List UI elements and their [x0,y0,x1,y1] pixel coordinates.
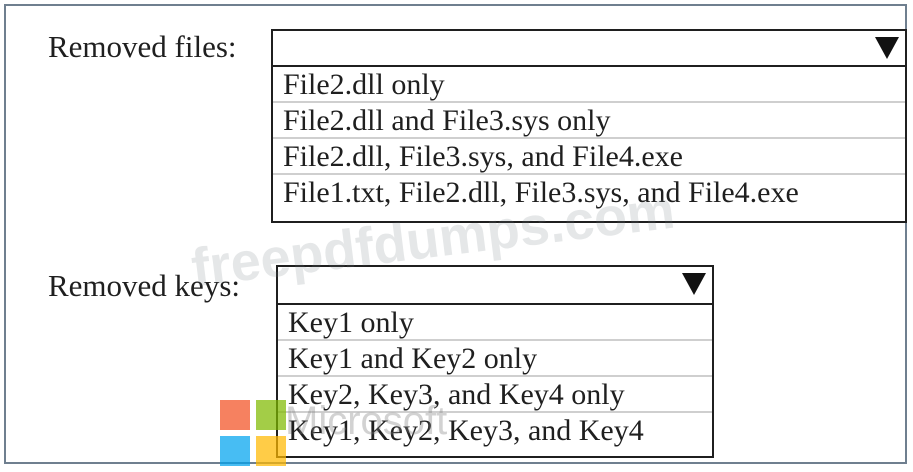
removed-files-dropdown[interactable] [271,29,907,67]
removed-keys-option-1[interactable]: Key1 only [278,305,712,341]
removed-files-option-3[interactable]: File2.dll, File3.sys, and File4.exe [273,139,905,175]
chevron-down-icon[interactable] [682,273,706,295]
removed-keys-options-list: Key1 only Key1 and Key2 only Key2, Key3,… [276,305,714,458]
chevron-down-icon[interactable] [875,37,899,59]
removed-files-option-2[interactable]: File2.dll and File3.sys only [273,103,905,139]
removed-files-option-4[interactable]: File1.txt, File2.dll, File3.sys, and Fil… [273,175,905,211]
removed-keys-label: Removed keys: [48,268,240,303]
removed-keys-option-4[interactable]: Key1, Key2, Key3, and Key4 [278,413,712,449]
removed-files-label: Removed files: [48,29,237,64]
removed-keys-option-3[interactable]: Key2, Key3, and Key4 only [278,377,712,413]
removed-keys-dropdown[interactable] [276,265,714,305]
removed-keys-option-2[interactable]: Key1 and Key2 only [278,341,712,377]
question-frame: Removed files: File2.dll only File2.dll … [4,4,907,464]
removed-files-option-1[interactable]: File2.dll only [273,67,905,103]
removed-files-options-list: File2.dll only File2.dll and File3.sys o… [271,67,907,223]
